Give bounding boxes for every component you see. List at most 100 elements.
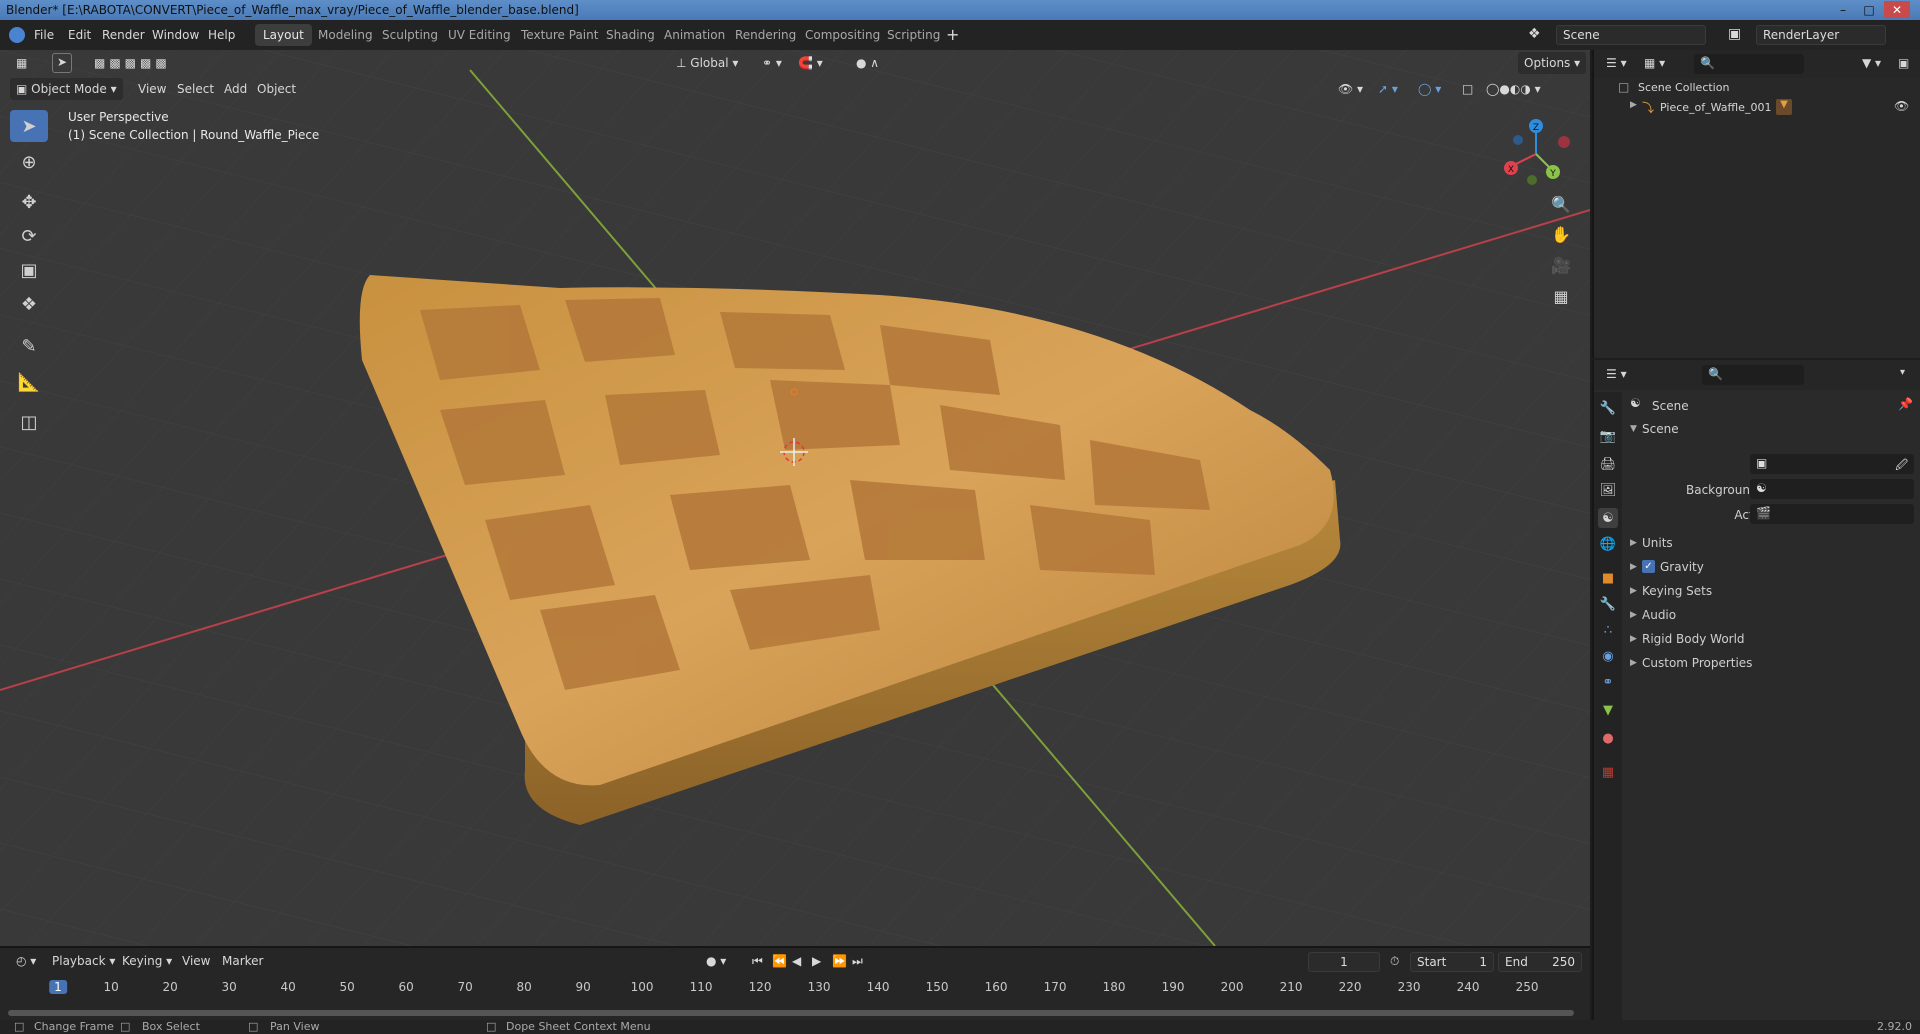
menu-render[interactable]: Render — [102, 28, 145, 42]
measure-tool[interactable]: 📐 — [10, 366, 48, 398]
pivot-icon[interactable]: ⚭ ▾ — [756, 52, 788, 74]
active-clip-field[interactable]: 🎬 — [1750, 504, 1914, 524]
gizmo-toggle-icon[interactable]: ➚ ▾ — [1372, 78, 1404, 100]
viewport-header: ▦ ➤ ▩▩▩▩▩ ⊥ Global ▾ ⚭ ▾ 🧲 ▾ ● ∧ Options… — [0, 50, 1590, 104]
world-tab-icon[interactable]: 🌐 — [1598, 534, 1618, 554]
empty-object-icon: ⤵ — [1642, 101, 1655, 115]
tab-uv-editing[interactable]: UV Editing — [440, 24, 519, 46]
maximize-icon[interactable]: □ — [1856, 1, 1882, 18]
view-layer-tab-icon[interactable]: 🖼 — [1598, 480, 1618, 500]
display-mode-icon[interactable]: ▦ ▾ — [1644, 56, 1665, 70]
camera-view-icon[interactable]: 🎥 — [1547, 251, 1575, 279]
render-layer-icon[interactable]: ▣ — [1728, 26, 1741, 42]
minimize-icon[interactable]: – — [1830, 1, 1856, 18]
add-workspace-icon[interactable]: + — [946, 25, 959, 44]
3d-viewport[interactable]: ▦ ➤ ▩▩▩▩▩ ⊥ Global ▾ ⚭ ▾ 🧲 ▾ ● ∧ Options… — [0, 50, 1590, 946]
tab-modeling[interactable]: Modeling — [310, 24, 381, 46]
rotate-tool[interactable]: ⟳ — [10, 220, 48, 252]
mesh-data-icon[interactable]: ▼ — [1776, 99, 1792, 115]
xray-icon[interactable]: □ — [1456, 78, 1479, 100]
outliner-item-label: Piece_of_Waffle_001 — [1660, 101, 1772, 114]
modifier-tab-icon[interactable]: 🔧 — [1598, 594, 1618, 614]
audio-panel-label: Audio — [1642, 608, 1677, 622]
menu-file[interactable]: File — [34, 28, 54, 42]
options-dropdown[interactable]: Options ▾ — [1518, 52, 1587, 74]
pan-hand-icon[interactable]: ✋ — [1547, 220, 1575, 248]
scene-selector-icon[interactable]: ❖ — [1528, 26, 1541, 42]
properties-search-input[interactable]: 🔍 — [1702, 365, 1804, 385]
mode-selector[interactable]: ▣ Object Mode ▾ — [10, 78, 123, 100]
properties-editor-icon[interactable]: ☰ ▾ — [1606, 367, 1627, 381]
close-icon[interactable]: ✕ — [1884, 1, 1910, 18]
gravity-checkbox[interactable]: ✓ — [1642, 560, 1655, 573]
scene-tab-icon[interactable]: ☯ — [1598, 508, 1618, 528]
properties-options-icon[interactable]: ▾ — [1900, 367, 1905, 378]
scene-field[interactable]: Scene — [1556, 25, 1706, 45]
menu-object[interactable]: Object — [251, 78, 302, 100]
blender-logo-icon[interactable] — [9, 27, 25, 43]
cursor-tool[interactable]: ⊕ — [10, 146, 48, 178]
tab-texture-paint[interactable]: Texture Paint — [513, 24, 606, 46]
filter-icon[interactable]: ▼ ▾ — [1862, 56, 1881, 70]
select-box-tool[interactable]: ➤ — [10, 110, 48, 142]
tab-scripting[interactable]: Scripting — [879, 24, 948, 46]
snap-icon[interactable]: 🧲 ▾ — [792, 52, 829, 74]
move-tool[interactable]: ✥ — [10, 186, 48, 218]
tool-tab-icon[interactable]: 🔧 — [1598, 398, 1618, 418]
select-tool-icon[interactable]: ➤ — [52, 53, 72, 73]
menu-help[interactable]: Help — [208, 28, 235, 42]
current-frame-marker[interactable]: 1 — [49, 980, 67, 994]
eye-visibility-icon[interactable]: 👁 — [1894, 99, 1909, 113]
menu-add[interactable]: Add — [218, 78, 253, 100]
menu-edit[interactable]: Edit — [68, 28, 91, 42]
tab-rendering[interactable]: Rendering — [727, 24, 804, 46]
tab-compositing[interactable]: Compositing — [797, 24, 888, 46]
timeline-scrollbar[interactable] — [8, 1010, 1574, 1016]
zoom-icon[interactable]: 🔍 — [1547, 190, 1575, 218]
transform-orientation[interactable]: ⊥ Global ▾ — [670, 52, 744, 74]
ortho-grid-icon[interactable]: ▦ — [1547, 282, 1575, 310]
expand-arrow-icon[interactable]: ▶ — [1630, 100, 1637, 110]
menu-select[interactable]: Select — [171, 78, 220, 100]
proportional-edit-icon[interactable]: ● ∧ — [850, 52, 885, 74]
menu-window[interactable]: Window — [152, 28, 199, 42]
tab-layout[interactable]: Layout — [255, 24, 312, 46]
shading-modes-icons[interactable]: ◯●◐◑ ▾ — [1480, 78, 1547, 100]
physics-tab-icon[interactable]: ◉ — [1598, 646, 1618, 666]
object-tab-icon[interactable]: ■ — [1598, 568, 1618, 588]
overlay-toggle-icon[interactable]: ◯ ▾ — [1412, 78, 1447, 100]
timeline-ruler[interactable]: 1 10 20 30 40 50 60 70 80 90 100 110 120 130 140 150 160… — [0, 948, 1590, 1008]
render-layer-field[interactable]: RenderLayer — [1756, 25, 1886, 45]
tab-sculpting[interactable]: Sculpting — [374, 24, 446, 46]
menu-view[interactable]: View — [132, 78, 172, 100]
pin-icon[interactable]: 📌 — [1898, 397, 1913, 411]
background-scene-field[interactable]: ☯ — [1750, 479, 1914, 499]
texture-tab-icon[interactable]: ▦ — [1598, 762, 1618, 782]
timeline-tick-label: 130 — [807, 980, 831, 994]
annotate-tool[interactable]: ✎ — [10, 330, 48, 362]
render-tab-icon[interactable]: 📷 — [1598, 426, 1618, 446]
transform-tool[interactable]: ❖ — [10, 288, 48, 320]
keying-sets-expand-icon: ▶ — [1630, 586, 1637, 596]
scene-panel-title[interactable]: Scene — [1642, 422, 1679, 436]
camera-field[interactable]: ▣ 🖉 — [1750, 454, 1914, 474]
new-collection-icon[interactable]: ▣ — [1898, 56, 1909, 70]
outliner-root-row[interactable]: □ Scene Collection — [1614, 78, 1914, 98]
editor-type-icon[interactable]: ▦ — [10, 52, 33, 74]
visibility-icon[interactable]: 👁 ▾ — [1332, 78, 1369, 100]
tab-animation[interactable]: Animation — [656, 24, 733, 46]
panel-expand-icon[interactable]: ▼ — [1630, 424, 1637, 434]
selection-mode-icons[interactable]: ▩▩▩▩▩ — [88, 52, 177, 74]
outliner-search-input[interactable]: 🔍 — [1694, 54, 1804, 74]
add-cube-tool[interactable]: ◫ — [10, 406, 48, 438]
output-tab-icon[interactable]: 🖨 — [1598, 454, 1618, 474]
particles-tab-icon[interactable]: ∴ — [1598, 620, 1618, 640]
constraints-tab-icon[interactable]: ⚭ — [1598, 672, 1618, 692]
navigation-gizmo[interactable]: Z X Y — [1496, 112, 1576, 192]
object-data-tab-icon[interactable]: ▼ — [1598, 700, 1618, 720]
outliner-item[interactable]: ▶ ⤵ Piece_of_Waffle_001 ▼ 👁 — [1614, 98, 1914, 118]
tab-shading[interactable]: Shading — [598, 24, 663, 46]
scale-tool[interactable]: ▣ — [10, 254, 48, 286]
outliner-editor-icon[interactable]: ☰ ▾ — [1606, 56, 1627, 70]
material-tab-icon[interactable]: ● — [1598, 728, 1618, 748]
